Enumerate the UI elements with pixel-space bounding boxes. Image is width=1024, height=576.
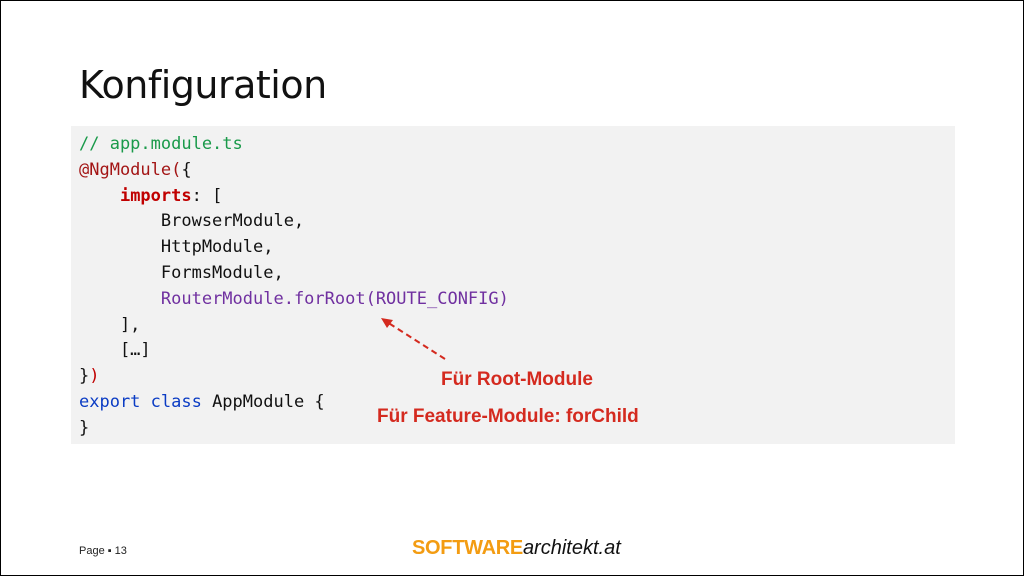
code-line: // app.module.ts [79,132,509,158]
annotation-root-module: Für Root-Module [441,369,593,390]
code-token: RouterModule.forRoot(ROUTE_CONFIG) [160,288,509,309]
code-listing: // app.module.ts @NgModule({ imports: [ B… [79,132,509,442]
code-token: : [ [191,185,223,206]
slide: Konfiguration // app.module.ts @NgModule(… [0,0,1024,576]
page-number: Page ▪ 13 [79,545,127,557]
code-block: // app.module.ts @NgModule({ imports: [ B… [71,126,955,444]
code-token: } [79,366,90,387]
code-token: AppModule { [201,391,325,412]
code-token: […] [79,340,151,361]
page-separator: ▪ [107,545,112,557]
page-number-value: 13 [114,545,127,557]
code-line: BrowserModule, [79,209,509,235]
code-token: FormsModule, [79,262,284,283]
code-token: imports [119,185,192,206]
code-token: HttpModule, [79,237,274,258]
code-line: FormsModule, [79,261,509,287]
code-line: imports: [ [79,184,509,210]
code-token: export class [79,391,202,412]
code-token: @NgModule( [79,159,182,180]
code-token: ) [89,366,100,387]
logo-architekt: architekt.at [522,537,621,559]
code-token: } [79,417,90,438]
brand-logo: SOFTWAREarchitekt.at [412,537,621,560]
annotation-feature-module: Für Feature-Module: forChild [377,406,639,427]
code-token: ], [79,314,141,335]
page-label: Page [79,545,105,557]
code-token: // app.module.ts [79,134,243,154]
slide-title: Konfiguration [79,63,327,107]
code-line: HttpModule, [79,235,509,261]
code-line: @NgModule({ [79,158,509,184]
arrow-icon [381,318,446,360]
logo-software: SOFTWARE [412,537,523,559]
code-token: { [181,159,192,180]
code-token: BrowserModule, [79,211,305,232]
